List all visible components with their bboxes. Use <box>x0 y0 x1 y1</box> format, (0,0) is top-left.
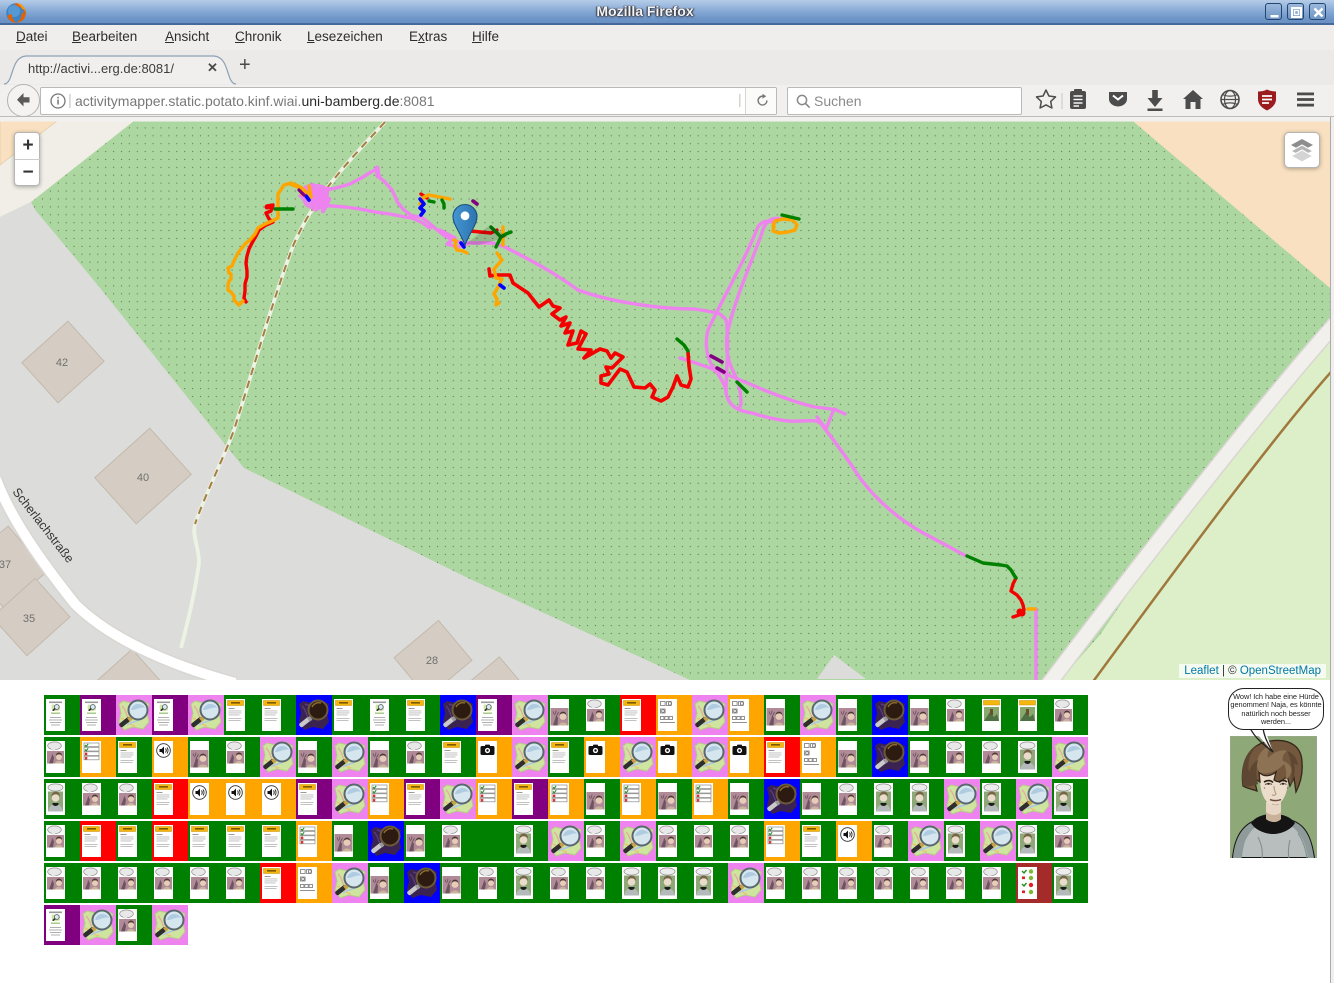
svg-text:37: 37 <box>0 559 11 571</box>
svg-text:40: 40 <box>137 472 149 484</box>
svg-text:42: 42 <box>56 357 68 369</box>
svg-text:35: 35 <box>23 613 35 625</box>
svg-text:28: 28 <box>426 655 438 667</box>
